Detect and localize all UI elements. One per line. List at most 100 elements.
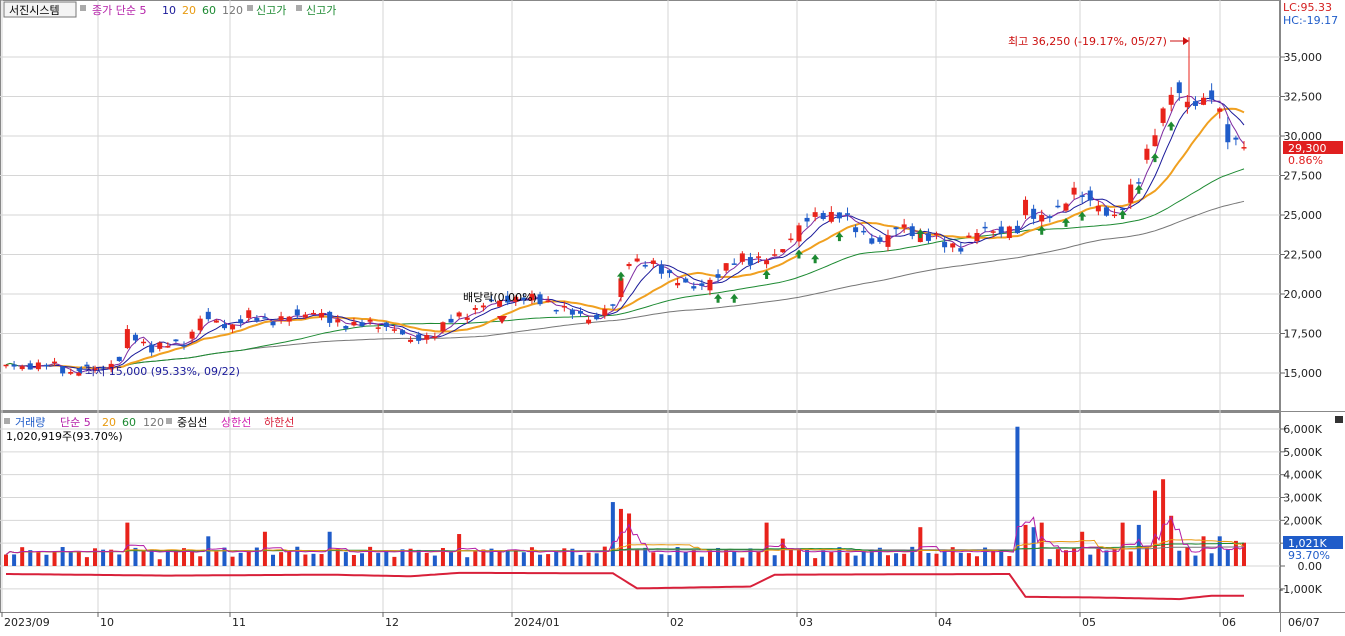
volume-bar[interactable] <box>12 554 17 566</box>
volume-bar[interactable] <box>894 553 899 566</box>
volume-bar[interactable] <box>303 554 308 566</box>
volume-bar[interactable] <box>651 552 656 566</box>
volume-bar[interactable] <box>1039 522 1044 566</box>
candle-up[interactable] <box>650 260 656 264</box>
volume-bar[interactable] <box>1023 524 1028 566</box>
volume-bar[interactable] <box>246 551 251 566</box>
candle-down[interactable] <box>861 230 867 233</box>
volume-bar[interactable] <box>424 552 429 566</box>
volume-bar[interactable] <box>764 522 769 566</box>
candle-down[interactable] <box>60 366 66 374</box>
volume-bar[interactable] <box>1177 550 1182 566</box>
price-ma-label[interactable]: 종가 단순 5 <box>92 4 146 17</box>
candle-up[interactable] <box>76 372 82 376</box>
candle-up[interactable] <box>707 279 713 291</box>
volume-bar[interactable] <box>538 554 543 566</box>
volume-bar[interactable] <box>1104 550 1109 566</box>
volume-bar[interactable] <box>157 559 162 566</box>
volume-bar[interactable] <box>141 551 146 566</box>
volume-bar[interactable] <box>295 546 300 566</box>
candle-down[interactable] <box>658 265 664 274</box>
volume-bar[interactable] <box>68 552 73 566</box>
candle-up[interactable] <box>456 312 462 317</box>
volume-bar[interactable] <box>958 552 963 566</box>
candle-down[interactable] <box>1176 82 1182 94</box>
volume-bar[interactable] <box>699 556 704 566</box>
volume-bar[interactable] <box>1047 559 1052 566</box>
volume-bar[interactable] <box>230 556 235 566</box>
candle-down[interactable] <box>804 217 810 222</box>
price-ma-60[interactable]: 60 <box>202 4 216 17</box>
candle-up[interactable] <box>197 318 203 331</box>
candle-up[interactable] <box>472 308 478 310</box>
candle-down[interactable] <box>1103 207 1109 216</box>
volume-bar[interactable] <box>368 546 373 566</box>
volume-bar[interactable] <box>796 549 801 566</box>
volume-bar[interactable] <box>659 554 664 566</box>
candle-up[interactable] <box>124 329 130 349</box>
candle-up[interactable] <box>828 211 834 222</box>
candle-up[interactable] <box>723 263 729 271</box>
volume-bar[interactable] <box>335 548 340 566</box>
candle-down[interactable] <box>1233 137 1239 140</box>
candle-down[interactable] <box>683 278 689 283</box>
candle-up[interactable] <box>618 278 624 298</box>
volume-bar[interactable] <box>618 508 623 566</box>
candle-up[interactable] <box>157 342 163 349</box>
candle-up[interactable] <box>1217 108 1223 112</box>
candle-down[interactable] <box>699 283 705 286</box>
volume-bar[interactable] <box>546 554 551 566</box>
volume-bar[interactable] <box>724 550 729 566</box>
candle-up[interactable] <box>974 232 980 242</box>
candle-down[interactable] <box>845 213 851 215</box>
candle-up[interactable] <box>230 324 236 330</box>
volume-bar[interactable] <box>942 550 947 566</box>
candle-up[interactable] <box>335 319 341 323</box>
volume-bar[interactable] <box>4 554 8 566</box>
price-ma-10[interactable]: 10 <box>162 4 176 17</box>
candle-down[interactable] <box>1014 225 1020 234</box>
candle-down[interactable] <box>11 364 17 367</box>
volume-bar[interactable] <box>578 554 583 566</box>
candle-up[interactable] <box>286 316 292 322</box>
candle-up[interactable] <box>812 212 818 217</box>
candle-down[interactable] <box>1031 208 1037 219</box>
candle-up[interactable] <box>545 300 551 302</box>
volume-bar[interactable] <box>1128 551 1133 566</box>
candle-down[interactable] <box>577 311 583 314</box>
volume-bar[interactable] <box>497 550 502 566</box>
candle-up[interactable] <box>772 254 778 256</box>
candle-down[interactable] <box>691 286 697 289</box>
volume-bar[interactable] <box>991 550 996 566</box>
volume-bar[interactable] <box>635 549 640 566</box>
volume-bar[interactable] <box>902 553 907 566</box>
candle-up[interactable] <box>626 263 632 267</box>
candle-up[interactable] <box>68 372 74 374</box>
candle-up[interactable] <box>391 329 397 331</box>
candle-down[interactable] <box>383 322 389 328</box>
candle-down[interactable] <box>925 233 931 241</box>
candle-down[interactable] <box>942 241 948 248</box>
candle-up[interactable] <box>1144 148 1150 160</box>
volume-bar[interactable] <box>432 555 437 566</box>
volume-bar[interactable] <box>1031 527 1036 566</box>
volume-bar[interactable] <box>52 551 57 566</box>
candle-down[interactable] <box>610 304 616 306</box>
volume-bar[interactable] <box>1144 547 1149 566</box>
candle-up[interactable] <box>246 310 252 318</box>
volume-bar[interactable] <box>1209 553 1214 566</box>
volume-bar[interactable] <box>84 557 89 566</box>
volume-ma-label[interactable]: 단순 5 <box>60 416 91 429</box>
volume-bar[interactable] <box>319 554 324 566</box>
candle-up[interactable] <box>35 362 41 370</box>
volume-bar[interactable] <box>343 552 348 566</box>
candle-down[interactable] <box>537 294 543 305</box>
candle-up[interactable] <box>990 231 996 233</box>
candle-up[interactable] <box>1039 215 1045 222</box>
candle-up[interactable] <box>561 306 567 308</box>
volume-bar[interactable] <box>610 502 615 566</box>
candle-up[interactable] <box>375 327 381 329</box>
candle-up[interactable] <box>1241 147 1247 149</box>
volume-bar[interactable] <box>707 550 712 566</box>
volume-bar[interactable] <box>1063 550 1068 566</box>
